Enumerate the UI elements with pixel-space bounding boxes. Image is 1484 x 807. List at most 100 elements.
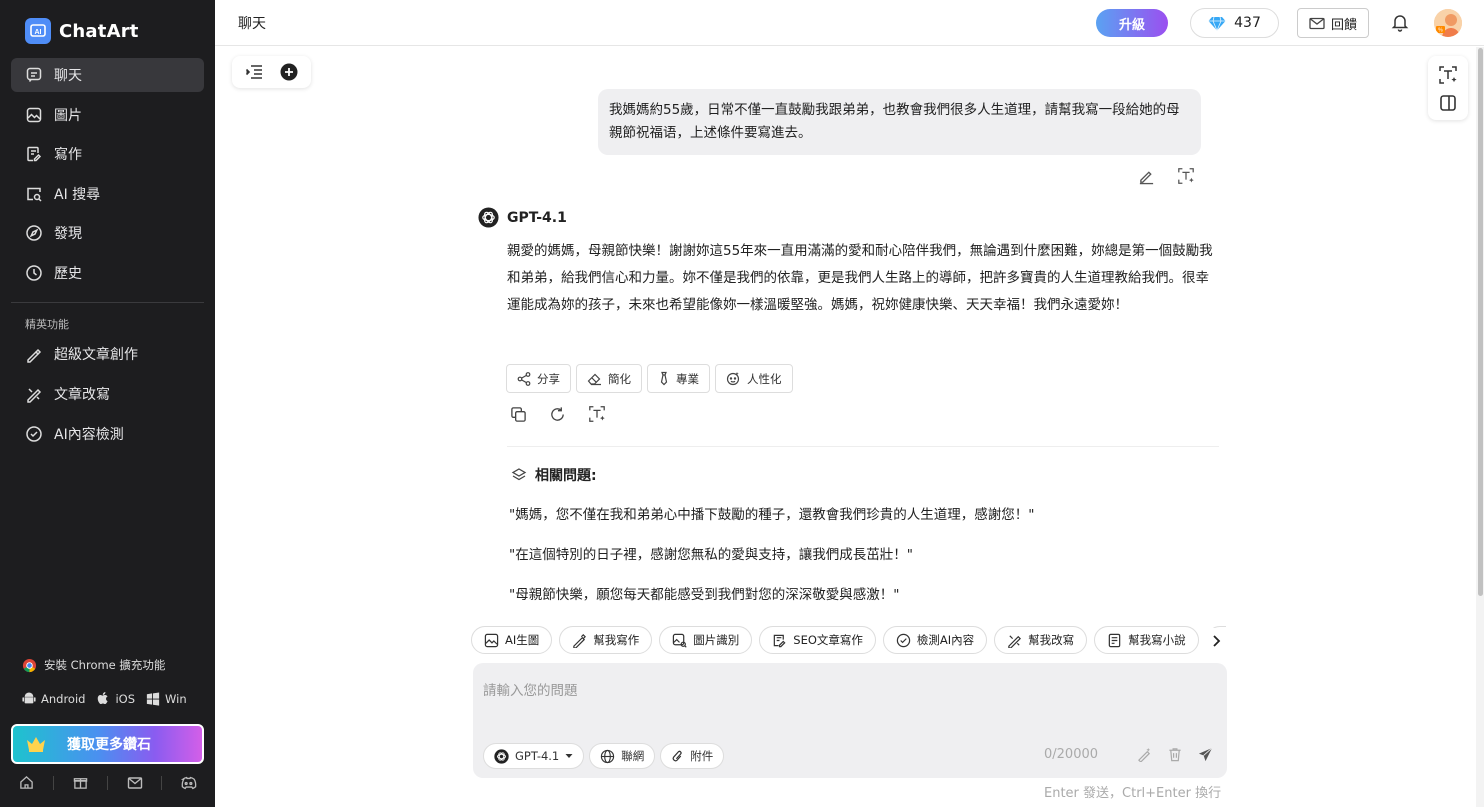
rewrite-icon (25, 385, 43, 403)
sidebar-divider (11, 302, 204, 303)
feedback-button[interactable]: 回饋 (1297, 8, 1369, 38)
chip-label: 分享 (537, 371, 560, 386)
svg-text:%: % (1438, 28, 1443, 34)
openai-icon (494, 748, 509, 764)
sidebar-item-history[interactable]: 歷史 (11, 256, 204, 290)
crown-icon (25, 735, 47, 753)
mail-icon (1309, 17, 1325, 30)
layers-icon (511, 467, 527, 483)
professional-button[interactable]: 專業 (647, 364, 710, 393)
magic-clean-icon[interactable] (1137, 747, 1152, 762)
trash-icon[interactable] (1168, 747, 1182, 762)
answer-actions (510, 405, 606, 423)
upgrade-button[interactable]: 升級 (1096, 9, 1168, 37)
sidebar-item-label: 文章改寫 (54, 387, 110, 403)
tool-image-recognize[interactable]: 圖片識別 (659, 626, 753, 654)
home-icon[interactable] (0, 770, 53, 795)
android-label[interactable]: Android (41, 692, 85, 706)
composer-actions (1137, 747, 1213, 762)
new-chat-icon[interactable] (280, 63, 298, 81)
app-logo[interactable]: AI ChatArt (25, 18, 139, 44)
sidebar-item-ai-search[interactable]: AI 搜尋 (11, 177, 204, 211)
pen-icon (572, 633, 587, 648)
check-circle-icon (896, 633, 911, 648)
win-label[interactable]: Win (165, 692, 187, 706)
simplify-button[interactable]: 簡化 (576, 364, 642, 393)
tool-label: SEO文章寫作 (793, 633, 863, 647)
attach-button[interactable]: 附件 (660, 743, 725, 769)
sidebar-item-rewrite[interactable]: 文章改寫 (11, 377, 204, 411)
seo-doc-icon (772, 633, 787, 648)
split-panel-icon[interactable] (1439, 94, 1457, 112)
humanize-button[interactable]: 人性化 (715, 364, 793, 393)
edit-icon[interactable] (1138, 167, 1155, 185)
conversation-tools (232, 56, 311, 88)
character-counter: 0/20000 (1044, 747, 1099, 762)
tool-ai-image[interactable]: AI生圖 (471, 626, 553, 654)
divider (507, 446, 1219, 447)
sidebar-item-label: 超級文章創作 (54, 347, 138, 363)
tool-label: 幫我改寫 (1028, 633, 1075, 647)
share-button[interactable]: 分享 (506, 364, 571, 393)
avatar[interactable]: % (1434, 9, 1462, 37)
install-chrome-extension[interactable]: 安裝 Chrome 擴充功能 (22, 657, 165, 673)
sidebar-item-ai-detect[interactable]: AI內容檢測 (11, 417, 204, 451)
compass-icon (25, 224, 43, 242)
tool-novel[interactable]: 幫我寫小說 (1094, 626, 1199, 654)
sidebar-footer (0, 770, 215, 795)
sidebar-nav: 聊天 圖片 寫作 AI 搜尋 發現 歷史 (11, 58, 204, 295)
chrome-extension-label: 安裝 Chrome 擴充功能 (44, 658, 166, 672)
caret-down-icon (565, 753, 573, 759)
model-select[interactable]: GPT-4.1 (483, 743, 585, 769)
user-message: 我媽媽約55歲，日常不僅一直鼓勵我跟弟弟，也教會我們很多人生道理，請幫我寫一段給… (598, 89, 1201, 155)
related-question[interactable]: "母親節快樂，願您每天都能感受到我們對您的深深敬愛與感激！" (509, 583, 1034, 623)
tool-detect-ai[interactable]: 檢測AI內容 (882, 626, 988, 654)
tool-label: 檢測AI內容 (916, 633, 975, 647)
get-more-diamonds-button[interactable]: 獲取更多鑽石 (11, 724, 204, 764)
chatart-logo-icon: AI (25, 18, 51, 44)
sidebar-item-super-article[interactable]: 超級文章創作 (11, 337, 204, 371)
tool-seo-article[interactable]: SEO文章寫作 (759, 626, 876, 654)
android-icon[interactable] (22, 691, 36, 706)
related-question[interactable]: "在這個特別的日子裡，感謝您無私的愛與支持，讓我們成長茁壯！" (509, 543, 1034, 583)
share-icon (517, 371, 531, 386)
scrollbar-thumb[interactable] (1478, 48, 1483, 596)
text-scan-icon[interactable] (1177, 167, 1195, 185)
premium-features: 超級文章創作 文章改寫 AI內容檢測 (11, 337, 204, 457)
tool-write[interactable]: 幫我寫作 (559, 626, 653, 654)
gift-icon[interactable] (54, 770, 107, 795)
diamond-balance[interactable]: 437 (1190, 8, 1279, 38)
web-search-toggle[interactable]: 聯網 (589, 743, 656, 769)
text-scan-icon[interactable] (588, 405, 606, 423)
regenerate-icon[interactable] (549, 405, 566, 423)
sidebar-item-discover[interactable]: 發現 (11, 216, 204, 250)
sidebar-item-label: 寫作 (54, 147, 82, 163)
tool-rewrite[interactable]: 幫我改寫 (994, 626, 1088, 654)
apple-icon[interactable] (96, 691, 110, 706)
web-search-label: 聯網 (621, 749, 645, 763)
tool-label: 圖片識別 (693, 633, 740, 647)
chrome-icon (22, 658, 37, 673)
image-gen-icon (484, 633, 499, 648)
message-input[interactable]: 請輸入您的問題 (483, 679, 578, 699)
menu-indent-icon[interactable] (245, 64, 263, 80)
windows-icon[interactable] (146, 691, 160, 706)
message-composer[interactable]: 請輸入您的問題 GPT-4.1 聯網 附件 0/20000 (473, 663, 1227, 778)
related-question[interactable]: "媽媽，您不僅在我和弟弟心中播下鼓勵的種子，還教會我們珍貴的人生道理，感謝您！" (509, 503, 1034, 543)
bell-icon[interactable] (1391, 13, 1409, 32)
copy-icon[interactable] (510, 405, 527, 423)
user-message-actions (1138, 167, 1195, 185)
discord-icon[interactable] (162, 770, 215, 795)
page-title: 聊天 (238, 16, 266, 32)
sidebar-item-image[interactable]: 圖片 (11, 98, 204, 132)
sidebar-item-write[interactable]: 寫作 (11, 137, 204, 171)
mail-icon[interactable] (108, 770, 161, 795)
text-scan-icon[interactable] (1438, 65, 1458, 85)
send-icon[interactable] (1198, 747, 1213, 762)
top-bar: 聊天 升級 437 回饋 % (215, 0, 1484, 46)
chip-label: 簡化 (608, 371, 631, 386)
tools-scroll-right-button[interactable] (1205, 628, 1227, 654)
assistant-answer: 親愛的媽媽，母親節快樂！謝謝妳這55年來一直用滿滿的愛和耐心陪伴我們，無論遇到什… (507, 243, 1213, 313)
ios-label[interactable]: iOS (115, 692, 135, 706)
sidebar-item-chat[interactable]: 聊天 (11, 58, 204, 92)
